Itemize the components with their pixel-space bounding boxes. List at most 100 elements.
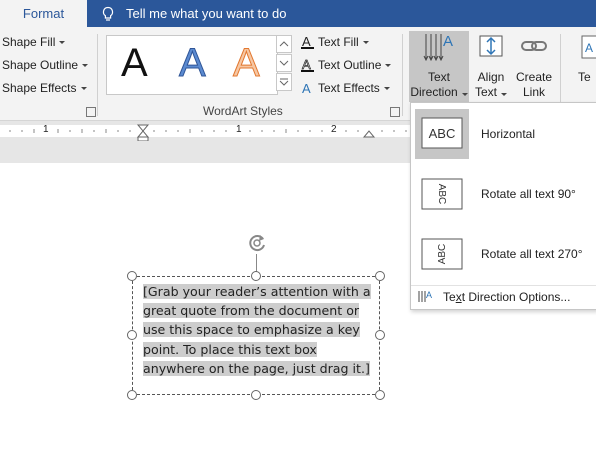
wordart-styles-group-label: WordArt Styles [203,104,283,118]
align-text-icon [479,35,503,57]
shape-effects-label: Shape Effects [2,81,77,95]
resize-handle-left[interactable] [127,330,137,340]
chevron-down-icon [279,60,289,66]
resize-handle-bottom-right[interactable] [375,390,385,400]
svg-text:A: A [585,41,593,55]
quote-line: use this space to emphasize a key [143,322,360,338]
text-direction-options-item[interactable]: A Text Direction Options... [411,285,596,308]
tell-me-text: Tell me what you want to do [126,6,287,21]
title-bar [0,0,596,27]
quote-line: anywhere on the page, just drag it.] [143,360,370,376]
horizontal-text-icon: ABC [421,117,463,149]
resize-handle-right[interactable] [375,330,385,340]
text-effects-icon: A [302,81,311,95]
group-divider [97,34,98,116]
svg-text:ABC: ABC [429,126,456,141]
tab-format[interactable]: Format [0,0,87,27]
wordart-style-black[interactable]: A [121,41,148,86]
wordart-gallery: A A A [106,35,278,95]
text-effects-button[interactable]: A Text Effects [300,81,390,95]
resize-handle-top-right[interactable] [375,271,385,281]
menu-item-rotate-270[interactable]: ABC Rotate all text 270° [411,225,596,283]
align-text-button[interactable]: Align Text [472,30,510,100]
text-direction-options-label: Text Direction Options... [443,290,571,304]
menu-item-rotate-90[interactable]: ABC Rotate all text 90° [411,165,596,223]
chevron-down-icon [501,93,507,96]
svg-text:A: A [302,81,311,95]
shape-effects-button[interactable]: Shape Effects [2,81,87,95]
group-divider [402,34,403,116]
wordart-style-blue[interactable]: A [179,41,207,86]
chevron-down-icon [59,40,66,44]
text-direction-label-1: Text [427,70,450,84]
shape-outline-button[interactable]: Shape Outline [2,58,89,72]
resize-handle-bottom-left[interactable] [127,390,137,400]
menu-item-icon-box: ABC [415,229,469,279]
svg-text:ABC: ABC [437,244,448,265]
resize-handle-top[interactable] [251,271,261,281]
quote-line: great quote from the document or [143,303,360,319]
text-fill-label: Text Fill [318,35,359,49]
text-outline-label: Text Outline [318,58,382,72]
text-direction-label-2: Direction [410,85,468,100]
text-fill-button[interactable]: A Text Fill [300,35,369,49]
tell-me-search[interactable]: Tell me what you want to do [100,0,286,27]
menu-item-selected-bg: ABC [415,109,469,159]
menu-item-icon-box: ABC [415,169,469,219]
wordart-launcher-icon[interactable] [390,107,400,117]
ruler-label: 1 [236,124,242,135]
rotate-270-text-icon: ABC [421,238,463,270]
text-box-icon: A [581,35,596,59]
partial-ribbon-button[interactable]: A Te [578,30,596,85]
text-direction-options-icon: A [418,290,432,302]
gallery-more-button[interactable] [276,73,292,91]
align-text-label-2: Text [475,85,507,100]
chevron-down-icon [461,93,468,96]
chevron-up-icon [279,41,289,47]
expand-icon [279,78,289,86]
wordart-style-orange[interactable]: A [233,41,261,86]
ruler-label: 1 [43,124,49,135]
rotate-handle-icon[interactable] [246,232,268,254]
svg-text:A: A [426,290,432,300]
shape-outline-label: Shape Outline [2,58,79,72]
resize-handle-bottom[interactable] [251,390,261,400]
link-icon [521,41,547,51]
text-effects-label: Text Effects [318,81,380,95]
quote-text[interactable]: [Grab your reader’s attention with a gre… [143,282,375,378]
shape-styles-launcher-icon[interactable] [86,107,96,117]
lightbulb-icon [102,6,114,21]
gallery-down-button[interactable] [276,54,292,72]
chevron-down-icon [82,63,89,67]
text-direction-button[interactable]: A Text Direction [410,30,468,100]
chevron-down-icon [385,63,392,67]
svg-text:A: A [302,58,311,72]
text-outline-icon: A [301,58,314,72]
wordart-gallery-scroll [276,35,292,93]
create-link-button[interactable]: Create Link [514,30,554,100]
svg-text:A: A [302,35,311,49]
text-outline-button[interactable]: A Text Outline [300,58,392,72]
quote-line: point. To place this text box [143,341,317,357]
resize-handle-top-left[interactable] [127,271,137,281]
partial-button-label: Te [578,70,591,84]
menu-item-label: Rotate all text 270° [481,247,583,261]
text-direction-menu: ABC Horizontal ABC Rotate all text 90° A… [410,102,596,310]
svg-text:ABC: ABC [436,184,447,205]
text-fill-icon: A [301,35,314,49]
chevron-down-icon [362,40,369,44]
create-link-label-1: Create [515,70,553,84]
menu-item-label: Horizontal [481,127,536,141]
text-direction-icon: A [423,33,453,62]
shape-fill-label: Shape Fill [2,35,56,49]
align-text-label-1: Align [477,70,505,84]
chevron-down-icon [80,86,87,90]
create-link-label-2: Link [522,85,545,99]
chevron-down-icon [383,86,390,90]
svg-text:A: A [443,33,453,50]
menu-item-label: Rotate all text 90° [481,187,576,201]
rotate-handle-line [256,254,257,272]
menu-item-horizontal[interactable]: ABC Horizontal [411,105,596,163]
gallery-up-button[interactable] [276,35,292,53]
shape-fill-button[interactable]: Shape Fill [2,35,66,49]
